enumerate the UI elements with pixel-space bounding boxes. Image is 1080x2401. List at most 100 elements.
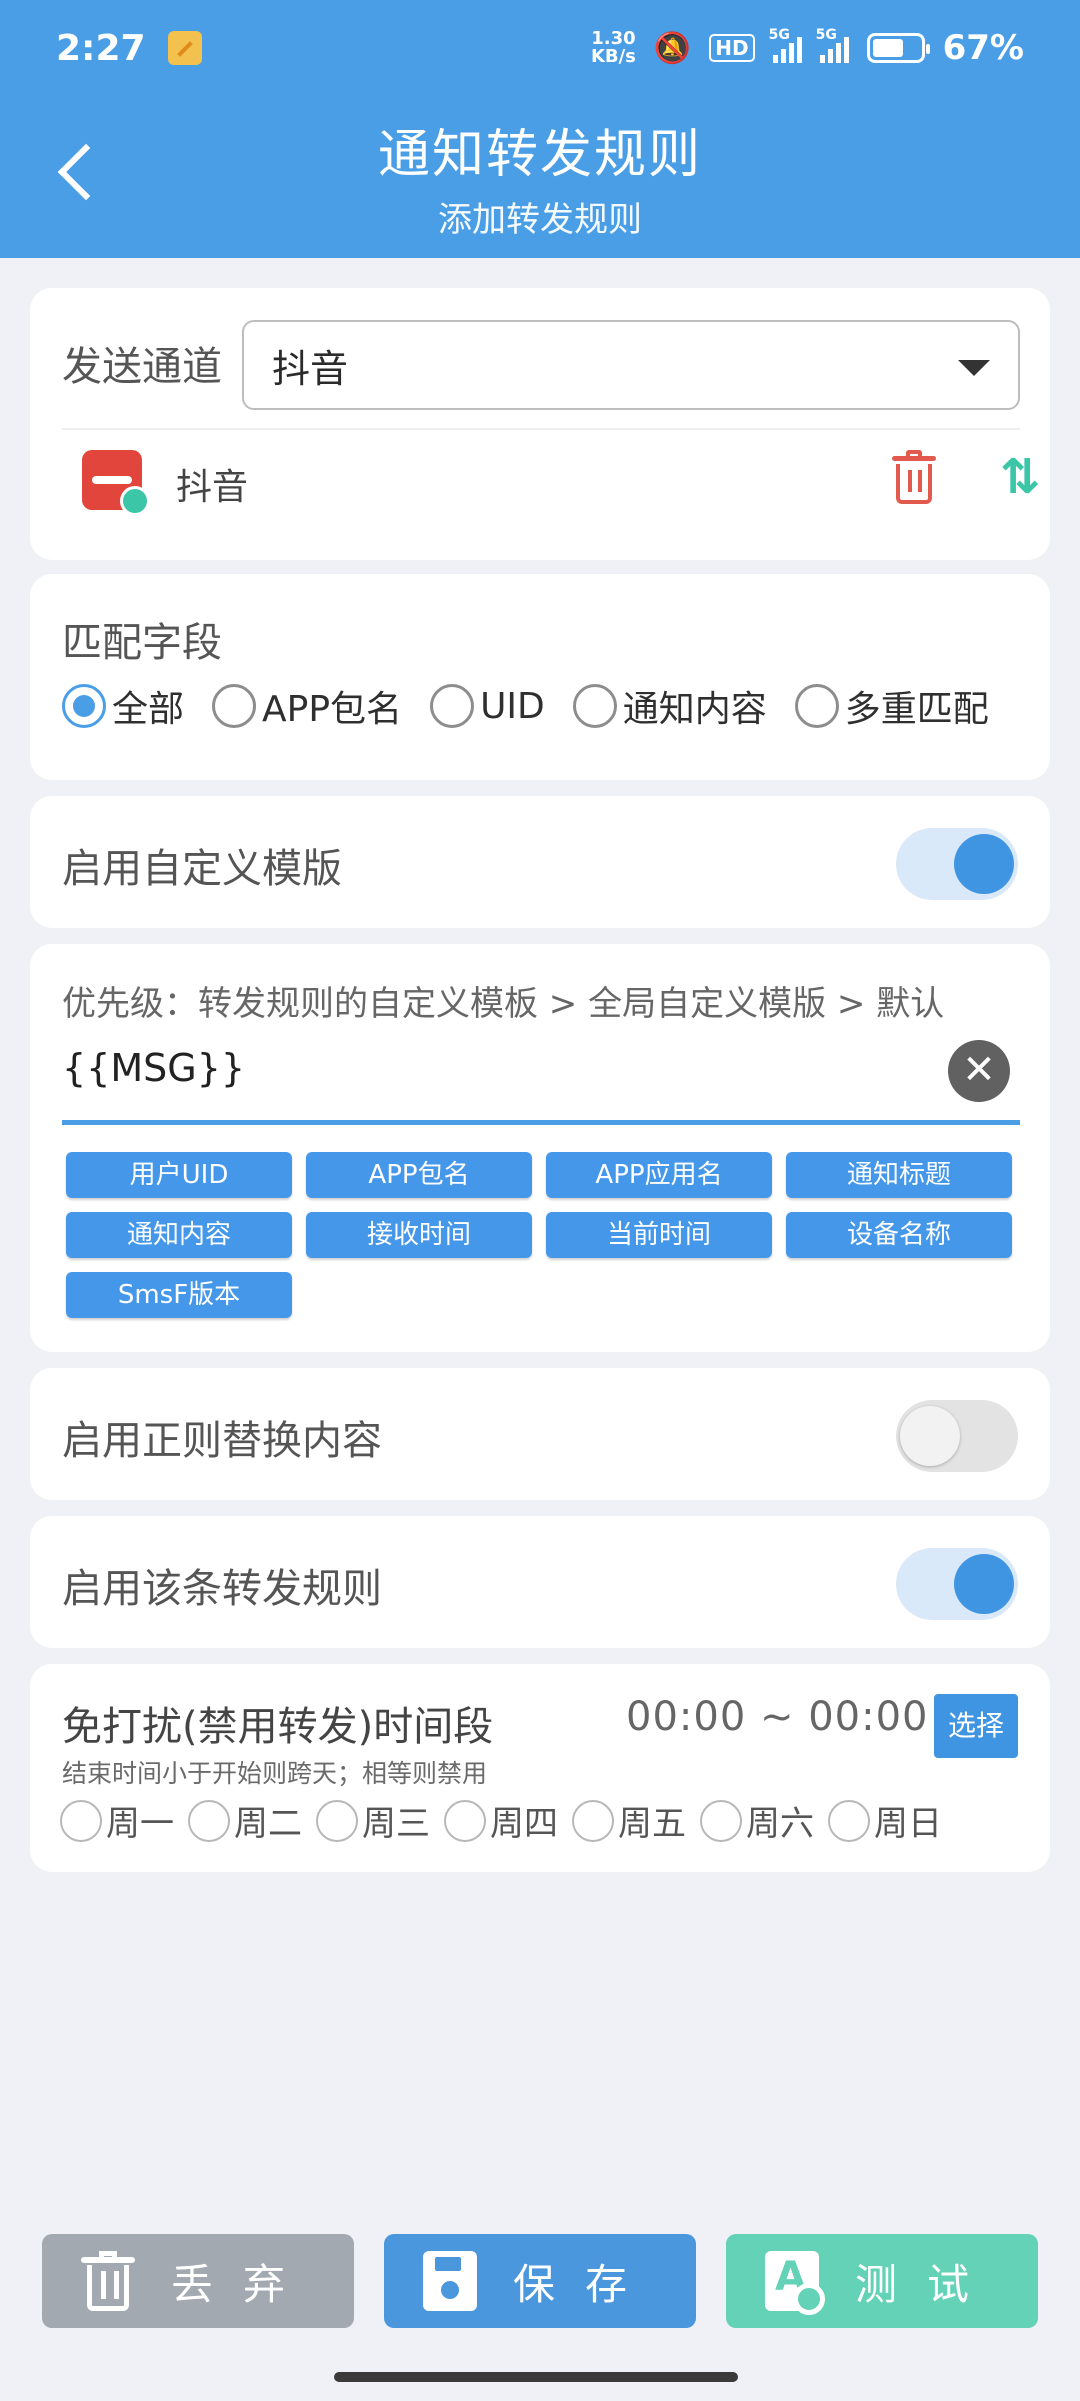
weekday-label: 周二 bbox=[234, 1804, 302, 1844]
chip-app-package[interactable]: APP包名 bbox=[306, 1152, 532, 1198]
send-channel-card: 发送通道 抖音 抖音 ⇅ bbox=[30, 288, 1050, 560]
weekday-label: 周四 bbox=[490, 1804, 558, 1844]
template-variable-chips: 用户UID APP包名 APP应用名 通知标题 通知内容 接收时间 当前时间 设… bbox=[66, 1152, 1042, 1318]
caret-down-icon bbox=[958, 360, 990, 376]
weekday-tue[interactable]: 周二 bbox=[188, 1796, 302, 1845]
status-indicators: 1.30 KB/s 🔕 HD 5G 5G 67% bbox=[591, 27, 1024, 68]
battery-icon bbox=[866, 33, 930, 63]
match-option-label: 通知内容 bbox=[622, 689, 767, 730]
match-option-label: UID bbox=[480, 685, 545, 727]
page-title: 通知转发规则 bbox=[377, 125, 702, 185]
match-field-label: 匹配字段 bbox=[62, 620, 222, 666]
match-field-card: 匹配字段 全部 APP包名 UID 通知内容 多重匹配 bbox=[30, 574, 1050, 780]
hd-icon: HD bbox=[709, 34, 755, 62]
dnd-card: 免打扰(禁用转发)时间段 00:00 ~ 00:00 选择 结束时间小于开始则跨… bbox=[30, 1664, 1050, 1872]
weekday-label: 周五 bbox=[618, 1804, 686, 1844]
signal-1-label: 5G bbox=[768, 27, 790, 43]
page-subtitle: 添加转发规则 bbox=[438, 200, 642, 240]
match-option-uid[interactable]: UID bbox=[430, 684, 545, 728]
radio-icon bbox=[794, 684, 839, 728]
weekday-label: 周一 bbox=[106, 1804, 174, 1844]
radio-icon bbox=[430, 684, 475, 728]
network-speed: 1.30 KB/s bbox=[591, 30, 636, 66]
channel-app-name: 抖音 bbox=[176, 467, 249, 508]
match-field-radio-group: 全部 APP包名 UID 通知内容 多重匹配 bbox=[62, 680, 1005, 732]
note-notification-icon bbox=[167, 31, 202, 65]
dnd-select-button[interactable]: 选择 bbox=[934, 1694, 1018, 1758]
delete-channel-trash-icon[interactable] bbox=[890, 450, 938, 504]
regex-replace-card: 启用正则替换内容 bbox=[30, 1368, 1050, 1500]
send-channel-label: 发送通道 bbox=[62, 344, 222, 390]
template-priority-text: 优先级：转发规则的自定义模板 > 全局自定义模版 > 默认 bbox=[62, 984, 945, 1024]
weekday-label: 周三 bbox=[362, 1804, 430, 1844]
test-settings-icon: A bbox=[764, 2251, 825, 2315]
template-editor-card: 优先级：转发规则的自定义模板 > 全局自定义模版 > 默认 {{MSG}} ✕ … bbox=[30, 944, 1050, 1352]
chip-device-name[interactable]: 设备名称 bbox=[786, 1212, 1012, 1258]
chip-notification-title[interactable]: 通知标题 bbox=[786, 1152, 1012, 1198]
checkbox-icon bbox=[572, 1799, 614, 1842]
enable-rule-toggle[interactable] bbox=[896, 1548, 1018, 1620]
signal-icon-2: 5G bbox=[816, 27, 849, 63]
weekday-sun[interactable]: 周日 bbox=[828, 1796, 942, 1845]
test-label: 测试 bbox=[854, 2259, 999, 2309]
signal-2-label: 5G bbox=[815, 27, 837, 43]
chip-current-time[interactable]: 当前时间 bbox=[546, 1212, 772, 1258]
custom-template-label: 启用自定义模版 bbox=[62, 846, 342, 892]
weekday-thu[interactable]: 周四 bbox=[444, 1796, 558, 1845]
checkbox-icon bbox=[60, 1799, 102, 1842]
chip-user-uid[interactable]: 用户UID bbox=[66, 1152, 292, 1198]
send-channel-selected: 抖音 bbox=[272, 346, 349, 391]
save-button[interactable]: 保存 bbox=[384, 2234, 696, 2328]
weekday-sat[interactable]: 周六 bbox=[700, 1796, 814, 1845]
send-channel-select[interactable]: 抖音 bbox=[242, 320, 1020, 410]
checkbox-icon bbox=[700, 1799, 742, 1842]
weekday-mon[interactable]: 周一 bbox=[60, 1796, 174, 1845]
match-option-label: 多重匹配 bbox=[844, 689, 989, 730]
match-option-label: APP包名 bbox=[262, 689, 403, 730]
discard-label: 丢弃 bbox=[170, 2259, 315, 2309]
weekday-fri[interactable]: 周五 bbox=[572, 1796, 686, 1845]
weekday-label: 周日 bbox=[874, 1804, 942, 1844]
discard-button[interactable]: 丢弃 bbox=[42, 2234, 354, 2328]
regex-replace-label: 启用正则替换内容 bbox=[62, 1418, 382, 1464]
home-indicator[interactable] bbox=[334, 2372, 738, 2382]
template-input[interactable]: {{MSG}} bbox=[62, 1046, 245, 1090]
match-option-package[interactable]: APP包名 bbox=[212, 680, 402, 732]
chip-notification-content[interactable]: 通知内容 bbox=[66, 1212, 292, 1258]
sort-arrows-icon[interactable]: ⇅ bbox=[1000, 450, 1040, 504]
save-label: 保存 bbox=[512, 2259, 657, 2309]
checkbox-icon bbox=[828, 1799, 870, 1842]
chip-receive-time[interactable]: 接收时间 bbox=[306, 1212, 532, 1258]
battery-percent: 67% bbox=[942, 28, 1024, 68]
weekday-checkbox-group: 周一 周二 周三 周四 周五 周六 周日 bbox=[60, 1796, 956, 1845]
match-option-all[interactable]: 全部 bbox=[62, 680, 184, 732]
clear-icon[interactable]: ✕ bbox=[948, 1040, 1010, 1102]
floppy-save-icon bbox=[422, 2251, 477, 2311]
radio-icon bbox=[572, 684, 617, 728]
dnd-label: 免打扰(禁用转发)时间段 bbox=[62, 1704, 494, 1750]
enable-rule-card: 启用该条转发规则 bbox=[30, 1516, 1050, 1648]
radio-checked-icon bbox=[62, 684, 106, 728]
chip-app-name[interactable]: APP应用名 bbox=[546, 1152, 772, 1198]
checkbox-icon bbox=[188, 1799, 230, 1842]
weekday-wed[interactable]: 周三 bbox=[316, 1796, 430, 1845]
battery-fill bbox=[872, 39, 904, 57]
custom-template-card: 启用自定义模版 bbox=[30, 796, 1050, 928]
network-speed-unit: KB/s bbox=[590, 46, 636, 67]
custom-template-toggle[interactable] bbox=[896, 828, 1018, 900]
test-button[interactable]: A 测试 bbox=[726, 2234, 1038, 2328]
regex-replace-toggle[interactable] bbox=[896, 1400, 1018, 1472]
match-option-label: 全部 bbox=[112, 689, 185, 730]
match-option-content[interactable]: 通知内容 bbox=[572, 680, 767, 732]
dnd-hint: 结束时间小于开始则跨天；相等则禁用 bbox=[62, 1759, 488, 1788]
match-option-multi[interactable]: 多重匹配 bbox=[794, 680, 989, 732]
app-header: 2:27 1.30 KB/s 🔕 HD 5G 5G 67% 通知转发规则 添加转… bbox=[0, 0, 1080, 258]
template-input-underline bbox=[62, 1120, 1020, 1125]
status-bar: 2:27 1.30 KB/s 🔕 HD 5G 5G 67% bbox=[0, 0, 1080, 96]
douyin-app-icon bbox=[82, 450, 150, 516]
chip-smsf-version[interactable]: SmsF版本 bbox=[66, 1272, 292, 1318]
dnd-time-range: 00:00 ~ 00:00 bbox=[626, 1694, 929, 1740]
signal-icon-1: 5G bbox=[769, 27, 802, 63]
radio-icon bbox=[212, 684, 257, 728]
status-time: 2:27 bbox=[56, 27, 146, 69]
